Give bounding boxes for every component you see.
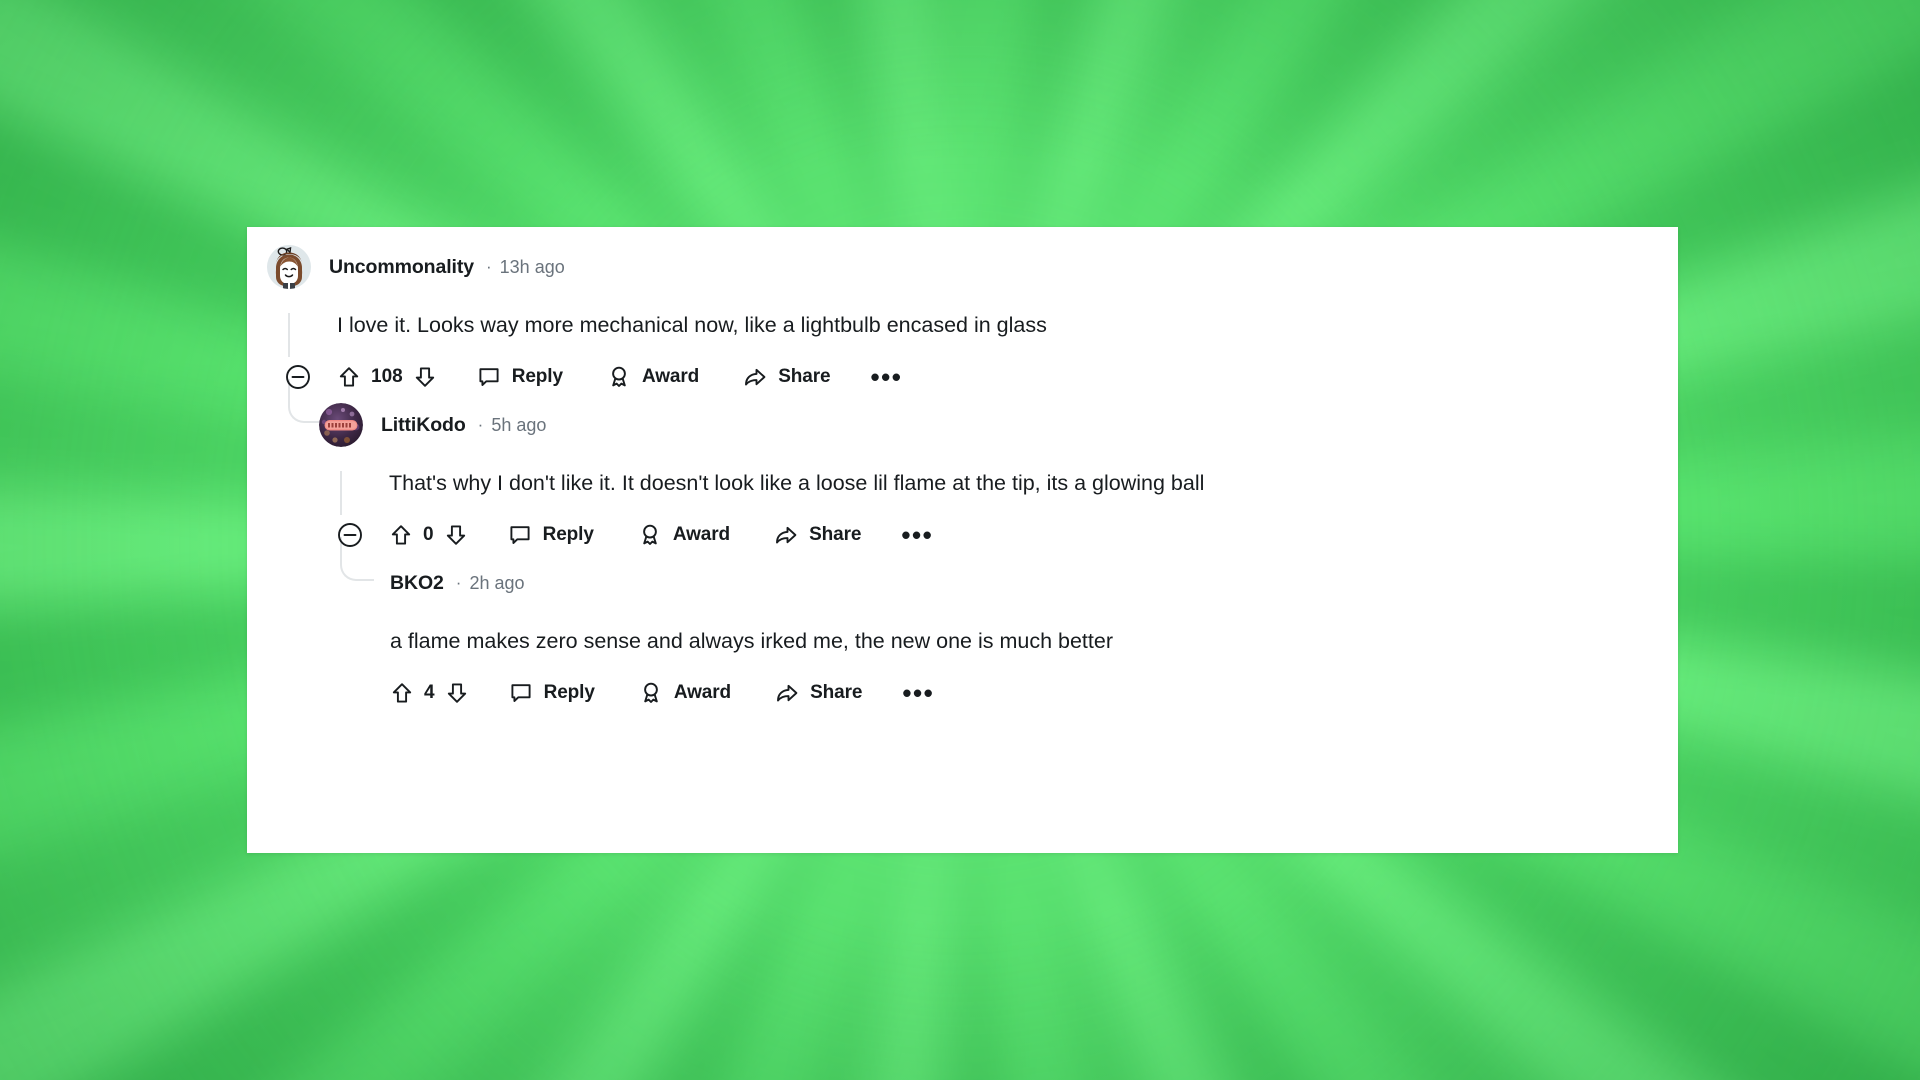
award-label: Award (641, 366, 700, 387)
award-ribbon-icon (639, 681, 663, 705)
award-ribbon-icon (607, 365, 631, 389)
overflow-menu-icon[interactable]: ••• (901, 521, 933, 548)
comment-bubble-icon (509, 681, 533, 705)
comment-action-bar: 108 Reply Award Share ••• (285, 357, 902, 397)
vote-count: 0 (423, 524, 434, 545)
comment-body: a flame makes zero sense and always irke… (390, 629, 1113, 653)
comment-body: I love it. Looks way more mechanical now… (337, 313, 1047, 337)
thread-line-level-1-upper (288, 313, 290, 357)
header-separator: · (477, 415, 484, 434)
reply-button[interactable]: Reply (508, 523, 594, 547)
award-label: Award (673, 682, 732, 703)
reply-label: Reply (511, 366, 563, 387)
reply-button[interactable]: Reply (477, 365, 563, 389)
comment-bubble-icon (477, 365, 501, 389)
share-label: Share (810, 682, 863, 703)
award-ribbon-icon (638, 523, 662, 547)
share-label: Share (778, 366, 831, 387)
comment-timestamp: 13h ago (499, 256, 565, 277)
vote-count: 4 (424, 682, 435, 703)
downvote-button[interactable] (413, 365, 437, 389)
share-button[interactable]: Share (775, 681, 862, 705)
thread-line-level-2-upper (340, 471, 342, 515)
vote-control: 108 (337, 365, 437, 389)
comment-item: BKO2 · 2h ago a flame makes zero sense a… (370, 561, 1113, 707)
share-arrow-icon (743, 365, 767, 389)
award-label: Award (672, 524, 731, 545)
comment-body: That's why I don't like it. It doesn't l… (389, 471, 1205, 495)
vote-count: 108 (371, 366, 403, 387)
downvote-button[interactable] (445, 681, 469, 705)
avatar[interactable] (319, 403, 363, 447)
header-separator: · (455, 573, 462, 592)
reply-button[interactable]: Reply (509, 681, 595, 705)
comment-timestamp: 5h ago (491, 414, 547, 435)
award-button[interactable]: Award (638, 523, 730, 547)
comment-bubble-icon (508, 523, 532, 547)
upvote-button[interactable] (390, 681, 414, 705)
collapse-thread-button[interactable] (337, 522, 363, 548)
comment-item: LittiKodo · 5h ago That's why I don't li… (319, 403, 1204, 548)
upvote-button[interactable] (389, 523, 413, 547)
comment-header: Uncommonality · 13h ago (267, 245, 565, 289)
share-arrow-icon (774, 523, 798, 547)
share-button[interactable]: Share (774, 523, 861, 547)
comment-action-bar: 0 Reply Award Share ••• (337, 515, 933, 555)
overflow-menu-icon[interactable]: ••• (871, 363, 903, 390)
vote-control: 4 (390, 681, 469, 705)
header-separator: · (485, 257, 492, 276)
overflow-menu-icon[interactable]: ••• (902, 679, 934, 706)
upvote-button[interactable] (337, 365, 361, 389)
award-button[interactable]: Award (639, 681, 731, 705)
comment-thread-card: Uncommonality · 13h ago I love it. Looks… (247, 227, 1678, 853)
share-arrow-icon (775, 681, 799, 705)
share-label: Share (809, 524, 862, 545)
award-button[interactable]: Award (607, 365, 699, 389)
avatar[interactable] (267, 245, 311, 289)
downvote-button[interactable] (444, 523, 468, 547)
comment-item: Uncommonality · 13h ago I love it. Looks… (267, 245, 1047, 390)
comment-author[interactable]: BKO2 (390, 572, 444, 595)
reply-label: Reply (542, 524, 594, 545)
collapse-thread-button[interactable] (285, 364, 311, 390)
comment-author[interactable]: LittiKodo (381, 414, 466, 437)
vote-control: 0 (389, 523, 468, 547)
comment-header: LittiKodo · 5h ago (319, 403, 546, 447)
comment-header: BKO2 · 2h ago (390, 561, 525, 605)
comment-timestamp: 2h ago (469, 572, 525, 593)
comment-action-bar: 4 Reply Award Share ••• (390, 673, 934, 713)
comment-author[interactable]: Uncommonality (329, 256, 474, 279)
reply-label: Reply (543, 682, 595, 703)
share-button[interactable]: Share (743, 365, 831, 389)
